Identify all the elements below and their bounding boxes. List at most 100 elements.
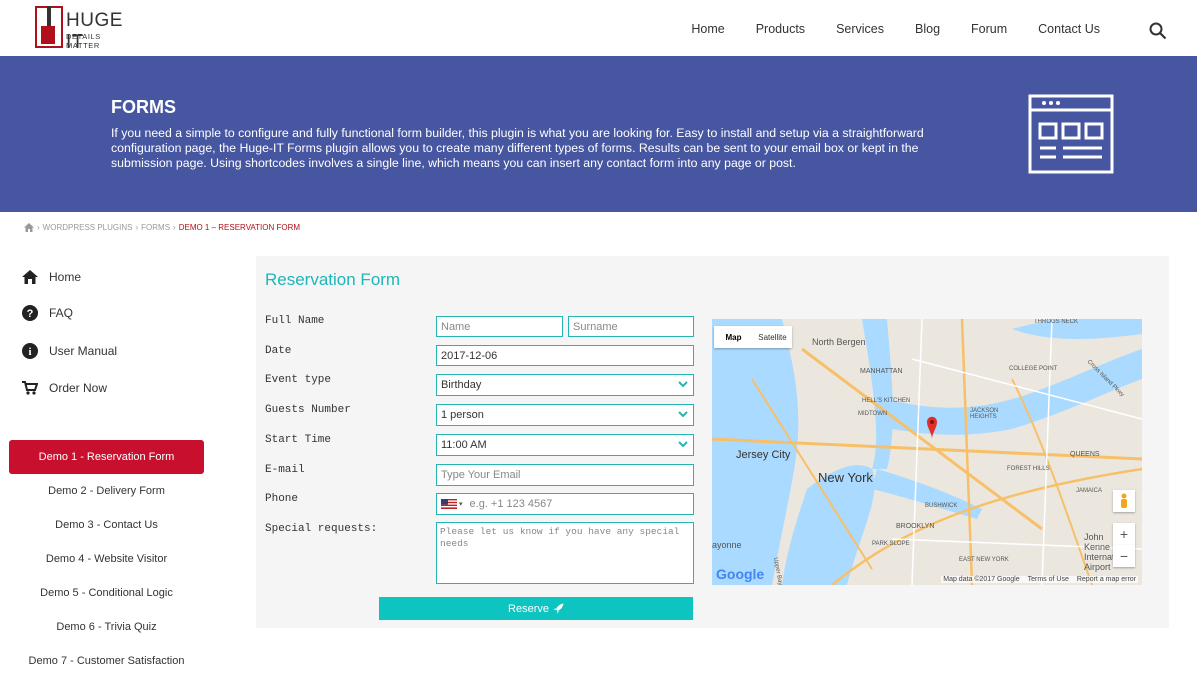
breadcrumb-plugins[interactable]: WORDPRESS PLUGINS — [43, 223, 133, 232]
start-time-select[interactable]: 11:00 AM — [436, 434, 694, 456]
surname-input[interactable]: Surname — [568, 316, 694, 337]
phone-label: Phone — [265, 493, 299, 505]
map-type-map[interactable]: Map — [714, 333, 753, 342]
start-time-value: 11:00 AM — [441, 439, 487, 451]
map-label: FOREST HILLS — [1007, 466, 1050, 472]
map-label: Jersey City — [736, 449, 791, 461]
map-label: ayonne — [712, 540, 742, 550]
name-input[interactable]: Name — [436, 316, 563, 337]
map-label: PARK SLOPE — [872, 541, 910, 547]
special-requests-textarea[interactable]: Please let us know if you have any speci… — [436, 522, 694, 584]
guests-value: 1 person — [441, 409, 484, 421]
demo-item-contact[interactable]: Demo 3 - Contact Us — [9, 508, 204, 542]
caret-down-icon: ▾ — [459, 501, 463, 508]
demo-item-reservation[interactable]: Demo 1 - Reservation Form — [9, 440, 204, 474]
map-label: JAMAICA — [1076, 488, 1103, 494]
svg-text:?: ? — [27, 308, 34, 320]
demo-list: Demo 1 - Reservation Form Demo 2 - Deliv… — [9, 440, 204, 678]
map-label: QUEENS — [1070, 451, 1100, 458]
map-type-toggle: Map Satellite — [714, 326, 792, 348]
sidebar-home-label: Home — [49, 270, 82, 284]
cart-icon — [22, 381, 38, 395]
chevron-down-icon — [678, 411, 688, 418]
sidebar-faq-label: FAQ — [49, 306, 74, 320]
search-icon[interactable] — [1149, 22, 1167, 40]
email-label: E-mail — [265, 464, 305, 476]
site-header: HUGE IT DETAILS MATTER Home Products Ser… — [0, 0, 1200, 56]
hero-banner: FORMS If you need a simple to configure … — [0, 56, 1197, 212]
demo-item-conditional-logic[interactable]: Demo 5 - Conditional Logic — [9, 576, 204, 610]
reserve-button[interactable]: Reserve — [379, 597, 693, 620]
guests-select[interactable]: 1 person — [436, 404, 694, 426]
phone-placeholder: e.g. +1 123 4567 — [469, 498, 553, 510]
guests-label: Guests Number — [265, 404, 351, 416]
home-icon — [22, 270, 38, 284]
map-type-satellite[interactable]: Satellite — [753, 333, 792, 342]
map-label: EAST NEW YORK — [959, 557, 1009, 563]
map-terms-link[interactable]: Terms of Use — [1028, 576, 1069, 583]
map-label: BROOKLYN — [896, 523, 935, 530]
demo-item-website-visitor[interactable]: Demo 4 - Website Visitor — [9, 542, 204, 576]
map-label: MIDTOWN — [858, 411, 888, 417]
sidebar-home[interactable]: Home — [22, 269, 81, 285]
info-icon: i — [22, 343, 38, 359]
map-label: JACKSON HEIGHTS — [970, 408, 999, 420]
demo-item-trivia-quiz[interactable]: Demo 6 - Trivia Quiz — [9, 610, 204, 644]
pegman-icon[interactable] — [1113, 490, 1135, 512]
event-type-select[interactable]: Birthday — [436, 374, 694, 396]
home-icon[interactable] — [24, 223, 34, 232]
sidebar-order-now-label: Order Now — [49, 381, 108, 395]
demo-item-customer-satisfaction[interactable]: Demo 7 - Customer Satisfaction — [9, 644, 204, 678]
logo[interactable]: HUGE IT DETAILS MATTER — [35, 6, 135, 53]
nav-contact[interactable]: Contact Us — [1038, 22, 1100, 36]
map-label: COLLEGE POINT — [1009, 366, 1058, 372]
sidebar-user-manual[interactable]: i User Manual — [22, 343, 117, 359]
reserve-label: Reserve — [508, 602, 549, 615]
start-time-label: Start Time — [265, 434, 332, 446]
demo-item-delivery[interactable]: Demo 2 - Delivery Form — [9, 474, 204, 508]
full-name-label: Full Name — [265, 315, 325, 327]
nav-products[interactable]: Products — [756, 22, 805, 36]
sidebar-faq[interactable]: ? FAQ — [22, 305, 73, 321]
map-report-link[interactable]: Report a map error — [1077, 576, 1136, 583]
nav-forum[interactable]: Forum — [971, 22, 1007, 36]
question-icon: ? — [22, 305, 38, 321]
form-panel: Reservation Form Full Name Name Surname … — [256, 256, 1169, 628]
phone-input[interactable]: ▾ e.g. +1 123 4567 — [436, 493, 694, 515]
map-label: HELL'S KITCHEN — [862, 398, 911, 404]
rocket-icon — [553, 603, 564, 614]
map-label: North Bergen — [812, 337, 866, 347]
nav-blog[interactable]: Blog — [915, 22, 940, 36]
event-type-value: Birthday — [441, 379, 482, 391]
banner-description: If you need a simple to configure and fu… — [111, 126, 924, 170]
zoom-out-button[interactable]: − — [1113, 545, 1135, 567]
breadcrumb: › WORDPRESS PLUGINS › FORMS › DEMO 1 – R… — [24, 223, 300, 232]
map-label: New York — [818, 470, 873, 485]
breadcrumb-forms[interactable]: FORMS — [141, 223, 170, 232]
page-title: FORMS — [111, 97, 176, 117]
map-footer: Map data ©2017 Google Terms of Use Repor… — [941, 576, 1138, 583]
us-flag-icon[interactable] — [441, 499, 457, 509]
logo-subtitle: DETAILS MATTER — [66, 32, 101, 50]
nav-services[interactable]: Services — [836, 22, 884, 36]
svg-text:i: i — [28, 346, 31, 358]
sidebar-user-manual-label: User Manual — [49, 344, 118, 358]
chevron-down-icon — [678, 381, 688, 388]
special-requests-label: Special requests: — [265, 523, 378, 535]
location-map[interactable]: Map Satellite North Bergen MANHATTAN Jer… — [712, 319, 1142, 585]
sidebar: Home ? FAQ i User Manual Order Now Demo … — [0, 256, 218, 672]
nav-home[interactable]: Home — [691, 22, 724, 36]
form-title: Reservation Form — [265, 270, 401, 289]
email-input[interactable]: Type Your Email — [436, 464, 694, 486]
event-type-label: Event type — [265, 374, 332, 386]
date-input[interactable]: 2017-12-06 — [436, 345, 694, 366]
breadcrumb-current: DEMO 1 – RESERVATION FORM — [178, 223, 301, 232]
zoom-in-button[interactable]: + — [1113, 523, 1135, 545]
date-label: Date — [265, 345, 292, 357]
chevron-down-icon — [678, 441, 688, 448]
map-label: MANHATTAN — [860, 368, 903, 375]
sidebar-order-now[interactable]: Order Now — [22, 380, 107, 396]
google-logo: Google — [716, 566, 765, 582]
map-label: BUSHWICK — [925, 503, 958, 509]
main-nav: Home Products Services Blog Forum Contac… — [660, 22, 1100, 36]
